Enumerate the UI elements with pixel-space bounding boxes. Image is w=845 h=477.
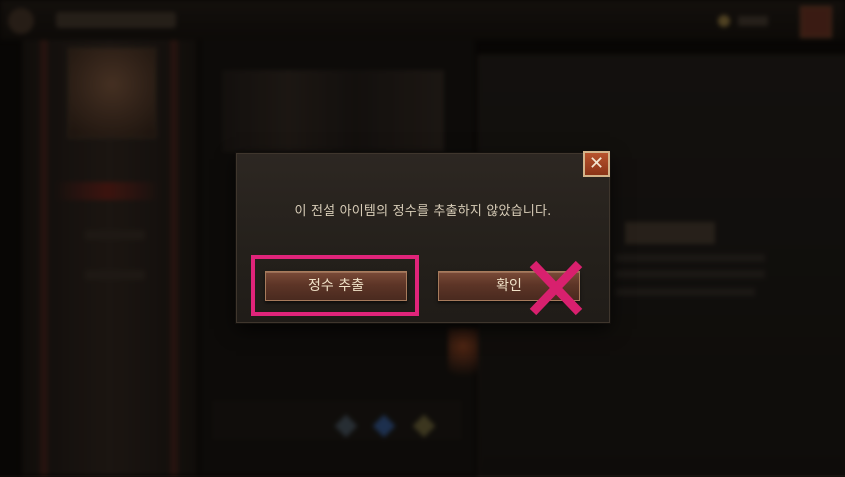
cross-mark-icon	[529, 260, 583, 316]
dialog-message: 이 전설 아이템의 정수를 추출하지 않았습니다.	[294, 204, 552, 219]
close-icon: ✕	[588, 153, 605, 174]
dialog-close-button[interactable]: ✕	[583, 151, 610, 177]
highlight-box	[251, 255, 419, 316]
